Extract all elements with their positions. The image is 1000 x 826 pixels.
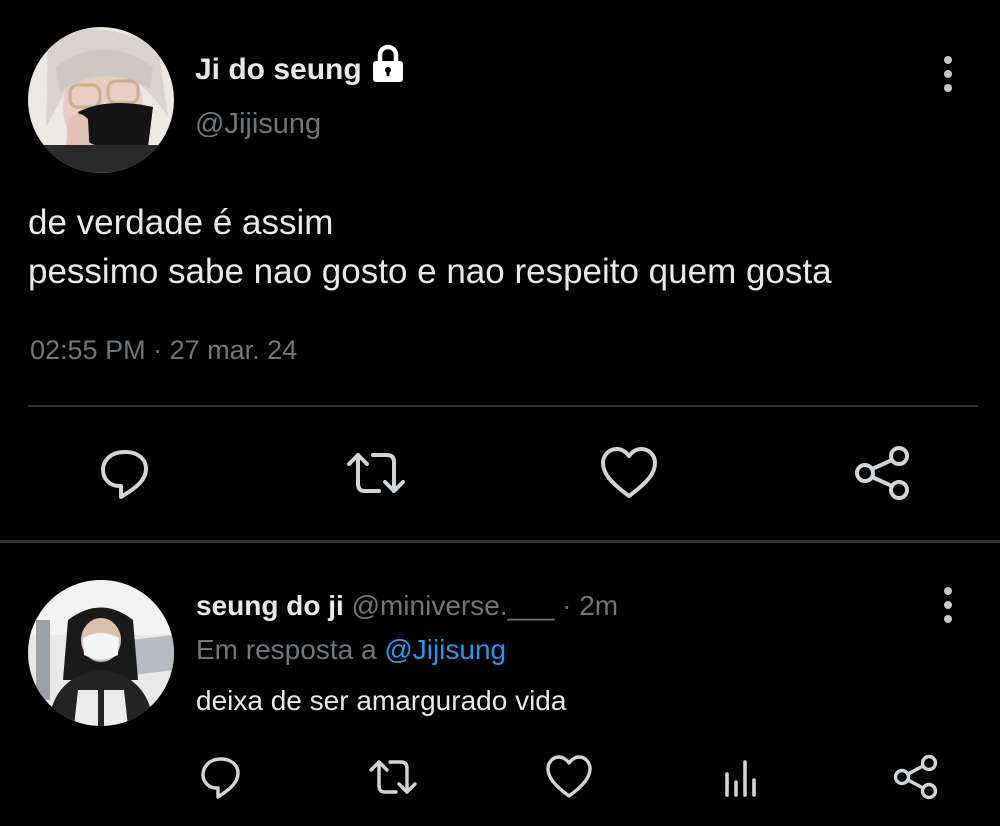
reply-icon[interactable]	[94, 442, 156, 504]
reply-author-avatar[interactable]	[28, 580, 174, 726]
separator: ·	[153, 335, 163, 365]
reply-author-handle[interactable]: @miniverse.___	[352, 590, 555, 621]
separator: ·	[562, 590, 572, 621]
tweet-timestamp[interactable]: 02:55 PM · 27 mar. 24	[30, 335, 297, 366]
author-handle[interactable]: @Jijisung	[195, 108, 321, 141]
reply-text: deixa de ser amargurado vida	[196, 685, 567, 716]
like-icon[interactable]	[598, 442, 660, 504]
author-avatar[interactable]	[28, 27, 174, 173]
tweet-text-line: de verdade é assim	[28, 203, 334, 242]
retweet-icon[interactable]	[345, 442, 407, 504]
reply-context: Em resposta a @Jijisung	[196, 634, 506, 666]
section-divider	[0, 540, 1000, 543]
tweet-time: 02:55 PM	[30, 335, 146, 365]
tweet-text: de verdade é assim pessimo sabe nao gost…	[28, 198, 832, 296]
like-icon[interactable]	[544, 752, 594, 802]
retweet-icon[interactable]	[368, 752, 418, 802]
author-display-name[interactable]: Ji do seung	[195, 53, 362, 87]
reply-header: seung do ji @miniverse.___ · 2m	[196, 590, 618, 622]
share-icon[interactable]	[891, 752, 941, 802]
divider	[28, 405, 978, 407]
share-icon[interactable]	[852, 442, 914, 504]
reply-icon[interactable]	[196, 752, 246, 802]
more-options-icon[interactable]	[941, 55, 955, 95]
analytics-icon[interactable]	[716, 752, 766, 802]
reply-context-label: Em resposta a	[196, 634, 377, 665]
tweet-text-line: pessimo sabe nao gosto e nao respeito qu…	[28, 252, 832, 291]
reply-mention-link[interactable]: @Jijisung	[384, 634, 506, 665]
more-options-icon[interactable]	[941, 586, 955, 626]
reply-author-name[interactable]: seung do ji	[196, 590, 344, 621]
tweet-date: 27 mar. 24	[169, 335, 298, 365]
lock-icon	[370, 44, 406, 84]
reply-time[interactable]: 2m	[579, 590, 618, 621]
